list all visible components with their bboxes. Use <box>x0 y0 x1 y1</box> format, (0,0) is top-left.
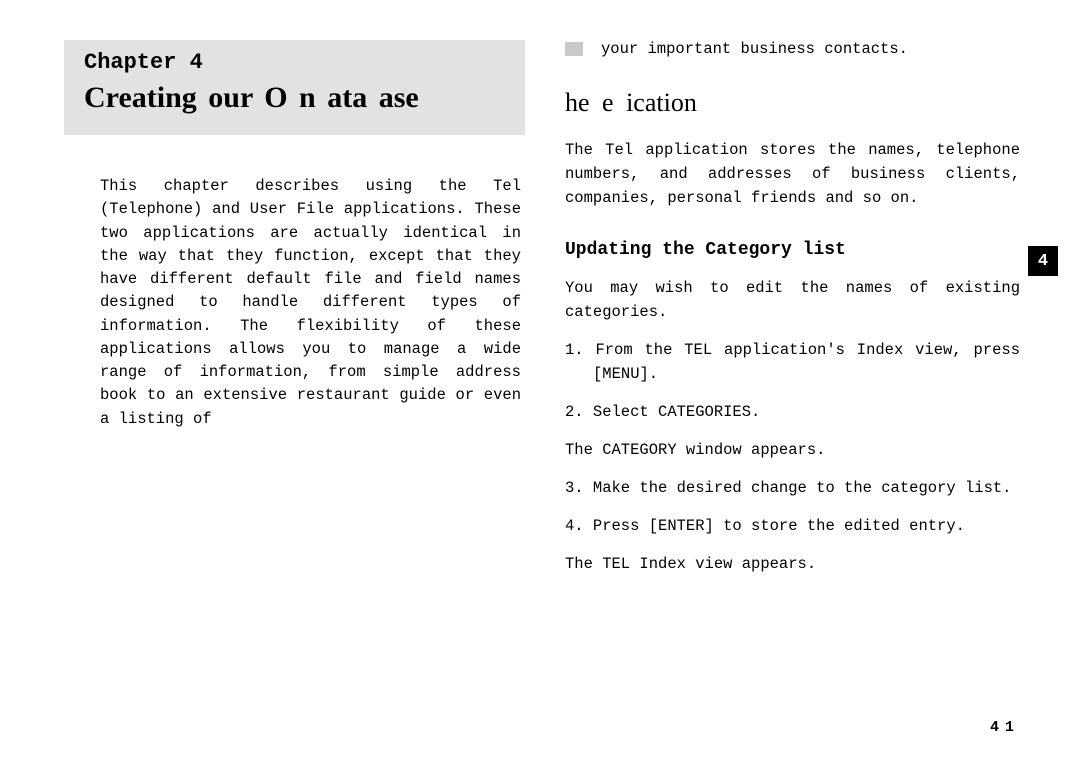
page-number: 41 <box>990 719 1020 736</box>
chapter-label: Chapter 4 <box>84 50 505 75</box>
tel-intro-paragraph: The Tel application stores the names, te… <box>565 138 1020 210</box>
chapter-tab-number: 4 <box>1038 252 1048 271</box>
chapter-banner: Chapter 4 Creating our O n ata ase <box>64 40 525 135</box>
step-1-text: 1. From the TEL application's Index view… <box>565 338 1020 386</box>
section-heading: he e ication <box>565 88 1020 118</box>
step-4-result: The TEL Index view appears. <box>565 552 1020 576</box>
left-column: Chapter 4 Creating our O n ata ase This … <box>70 40 525 590</box>
continuation-line: your important business contacts. <box>565 40 1020 58</box>
continuation-bar-icon <box>565 42 583 56</box>
step-1: 1. From the TEL application's Index view… <box>565 338 1020 386</box>
step-3: 3. Make the desired change to the catego… <box>565 476 1020 500</box>
subsection-heading: Updating the Category list <box>565 240 1020 260</box>
right-column: your important business contacts. he e i… <box>565 40 1020 590</box>
step-2: 2. Select CATEGORIES. <box>565 400 1020 424</box>
continuation-text: your important business contacts. <box>601 40 908 58</box>
chapter-intro-paragraph: This chapter describes using the Tel (Te… <box>70 175 525 431</box>
step-4: 4. Press [ENTER] to store the edited ent… <box>565 514 1020 538</box>
step-4-text: 4. Press [ENTER] to store the edited ent… <box>565 514 1020 538</box>
subsection-intro: You may wish to edit the names of existi… <box>565 276 1020 324</box>
step-3-text: 3. Make the desired change to the catego… <box>565 476 1020 500</box>
chapter-tab: 4 <box>1028 246 1058 276</box>
step-2-text: 2. Select CATEGORIES. <box>565 400 1020 424</box>
two-column-layout: Chapter 4 Creating our O n ata ase This … <box>70 40 1020 590</box>
step-2-result: The CATEGORY window appears. <box>565 438 1020 462</box>
document-page: Chapter 4 Creating our O n ata ase This … <box>0 0 1080 758</box>
chapter-title: Creating our O n ata ase <box>84 81 505 115</box>
